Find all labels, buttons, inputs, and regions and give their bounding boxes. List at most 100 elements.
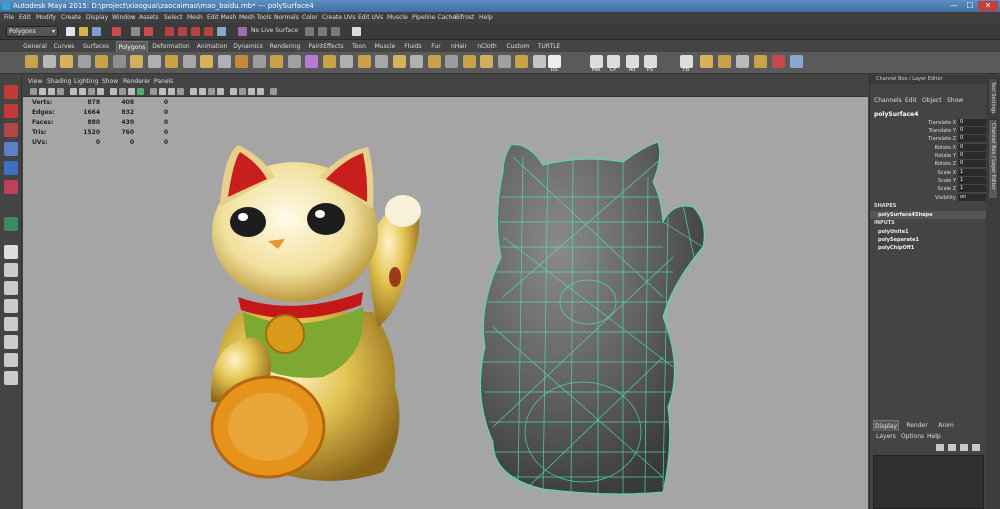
attr-scale-x[interactable]: Scale X1 [870,169,987,177]
menu-select[interactable]: Select [164,12,183,23]
move-layer-up-icon[interactable] [960,444,968,451]
panel-menu-renderer[interactable]: Renderer [123,77,150,87]
menu-help[interactable]: Help [479,12,493,23]
new-layer-icon[interactable] [936,444,944,451]
shelf-pipe-icon[interactable] [165,55,178,68]
shelf-uv-planar-icon[interactable] [718,55,731,68]
wireframe-on-shaded-icon[interactable] [159,88,166,95]
shelf-uv-map-icon[interactable] [700,55,713,68]
layer-menu-help[interactable]: Help [927,433,941,440]
tab-deformation[interactable]: Deformation [152,41,190,52]
motion-blur-icon[interactable] [208,88,215,95]
input-node[interactable]: polyChipOff1 [870,244,987,252]
tab-surfaces[interactable]: Surfaces [80,41,112,52]
shelf-platonic-icon[interactable] [217,55,231,68]
new-layer-selected-icon[interactable] [948,444,956,451]
paint-select-tool-icon[interactable] [4,123,18,137]
rotate-tool-icon[interactable] [4,161,18,175]
xray-joints-icon[interactable] [257,88,264,95]
shelf-offset-edge-icon[interactable] [515,55,528,68]
wireframe-lucky-cat[interactable] [480,141,705,496]
minimize-button[interactable]: — [946,1,962,11]
tab-polygons[interactable]: Polygons [116,41,148,52]
tab-custom[interactable]: Custom [504,41,532,52]
shelf-fill-hole-icon[interactable] [340,55,353,68]
panel-menu-show[interactable]: Show [102,77,118,87]
attr-value-field[interactable]: 1 [958,185,987,192]
smooth-shade-icon[interactable] [150,88,157,95]
attr-value-field[interactable]: 0 [958,152,987,159]
shelf-uv-editor-icon[interactable] [790,55,803,68]
render-view-layout-icon[interactable] [4,371,18,385]
cb-menu-channels[interactable]: Channels [874,97,902,104]
menu-assets[interactable]: Assets [139,12,159,23]
select-by-hierarchy-icon[interactable] [112,27,121,36]
panel-menu-shading[interactable]: Shading [47,77,71,87]
menu-pipeline-cache[interactable]: Pipeline Cache [412,12,456,23]
select-camera-icon[interactable] [30,88,37,95]
open-scene-icon[interactable] [79,27,88,36]
menu-edit[interactable]: Edit [19,12,31,23]
snap-grid-icon[interactable] [165,27,174,36]
menu-mesh[interactable]: Mesh [187,12,203,23]
attr-value-field[interactable]: 0 [958,119,987,126]
shelf-reduce-icon[interactable] [357,55,371,68]
isolate-select-icon[interactable] [239,88,246,95]
shelf-bridge-icon[interactable] [445,55,458,68]
shelf-split-icon[interactable] [480,55,493,68]
safe-action-icon[interactable] [119,88,126,95]
tab-muscle[interactable]: Muscle [372,41,398,52]
input-node[interactable]: polySeparate1 [870,236,987,244]
tab-ncloth[interactable]: nCloth [474,41,500,52]
attr-translate-z[interactable]: Translate Z0 [870,135,987,143]
select-by-object-icon[interactable] [131,27,140,36]
tab-anim-layers[interactable]: Anim [935,420,957,431]
tab-painteffects[interactable]: PaintEffects [306,41,346,52]
attr-value-field[interactable]: 0 [958,127,987,134]
uv-editor-layout-icon[interactable] [4,353,18,367]
menu-modify[interactable]: Modify [36,12,56,23]
hypershade-layout-icon[interactable] [4,317,18,331]
cb-menu-object[interactable]: Object [922,97,942,104]
menu-create-uvs[interactable]: Create UVs [322,12,355,23]
scale-tool-icon[interactable] [4,180,18,194]
attr-rotate-x[interactable]: Rotate X0 [870,144,987,152]
panel-menu-lighting[interactable]: Lighting [74,77,98,87]
attr-scale-y[interactable]: Scale Y1 [870,177,987,185]
tab-toon[interactable]: Toon [350,41,368,52]
shelf-cylinder-icon[interactable] [60,55,73,68]
history-icon[interactable] [238,27,247,36]
shelf-separate-icon[interactable] [252,55,266,68]
attr-scale-z[interactable]: Scale Z1 [870,185,987,193]
move-layer-down-icon[interactable] [972,444,980,451]
save-scene-icon[interactable] [92,27,101,36]
channel-box-side-tab[interactable]: Channel Box / Layer Editor [988,119,998,199]
menu-edit-mesh[interactable]: Edit Mesh [207,12,236,23]
tab-rendering[interactable]: Rendering [268,41,302,52]
shelf-cone-icon[interactable] [77,55,91,68]
shelf-torus-icon[interactable] [112,55,126,68]
tab-animation[interactable]: Animation [196,41,228,52]
bookmark-icon[interactable] [48,88,55,95]
menu-bifrost[interactable]: Bifrost [455,12,474,23]
four-view-layout-icon[interactable] [4,263,18,277]
attr-visibility[interactable]: Visibility on [870,194,987,202]
resolution-gate-icon[interactable] [88,88,95,95]
layer-menu-layers[interactable]: Layers [876,433,896,440]
shape-node[interactable]: polySurface4Shape [870,211,987,219]
attr-rotate-z[interactable]: Rotate Z0 [870,160,987,168]
menu-muscle[interactable]: Muscle [387,12,408,23]
menu-mesh-tools[interactable]: Mesh Tools [239,12,271,23]
live-surface-field[interactable]: No Live Surface [251,27,298,34]
attr-value-field[interactable]: 0 [958,144,987,151]
panel-menu-view[interactable]: View [28,77,42,87]
shelf-smooth-icon[interactable] [305,55,318,68]
maximize-button[interactable]: ☐ [962,1,978,11]
menu-window[interactable]: Window [112,12,136,23]
tab-curves[interactable]: Curves [52,41,76,52]
gate-mask-icon[interactable] [97,88,104,95]
tab-render-layers[interactable]: Render [903,420,931,431]
shadows-icon[interactable] [190,88,197,95]
menu-normals[interactable]: Normals [274,12,299,23]
select-by-component-icon[interactable] [144,27,153,36]
